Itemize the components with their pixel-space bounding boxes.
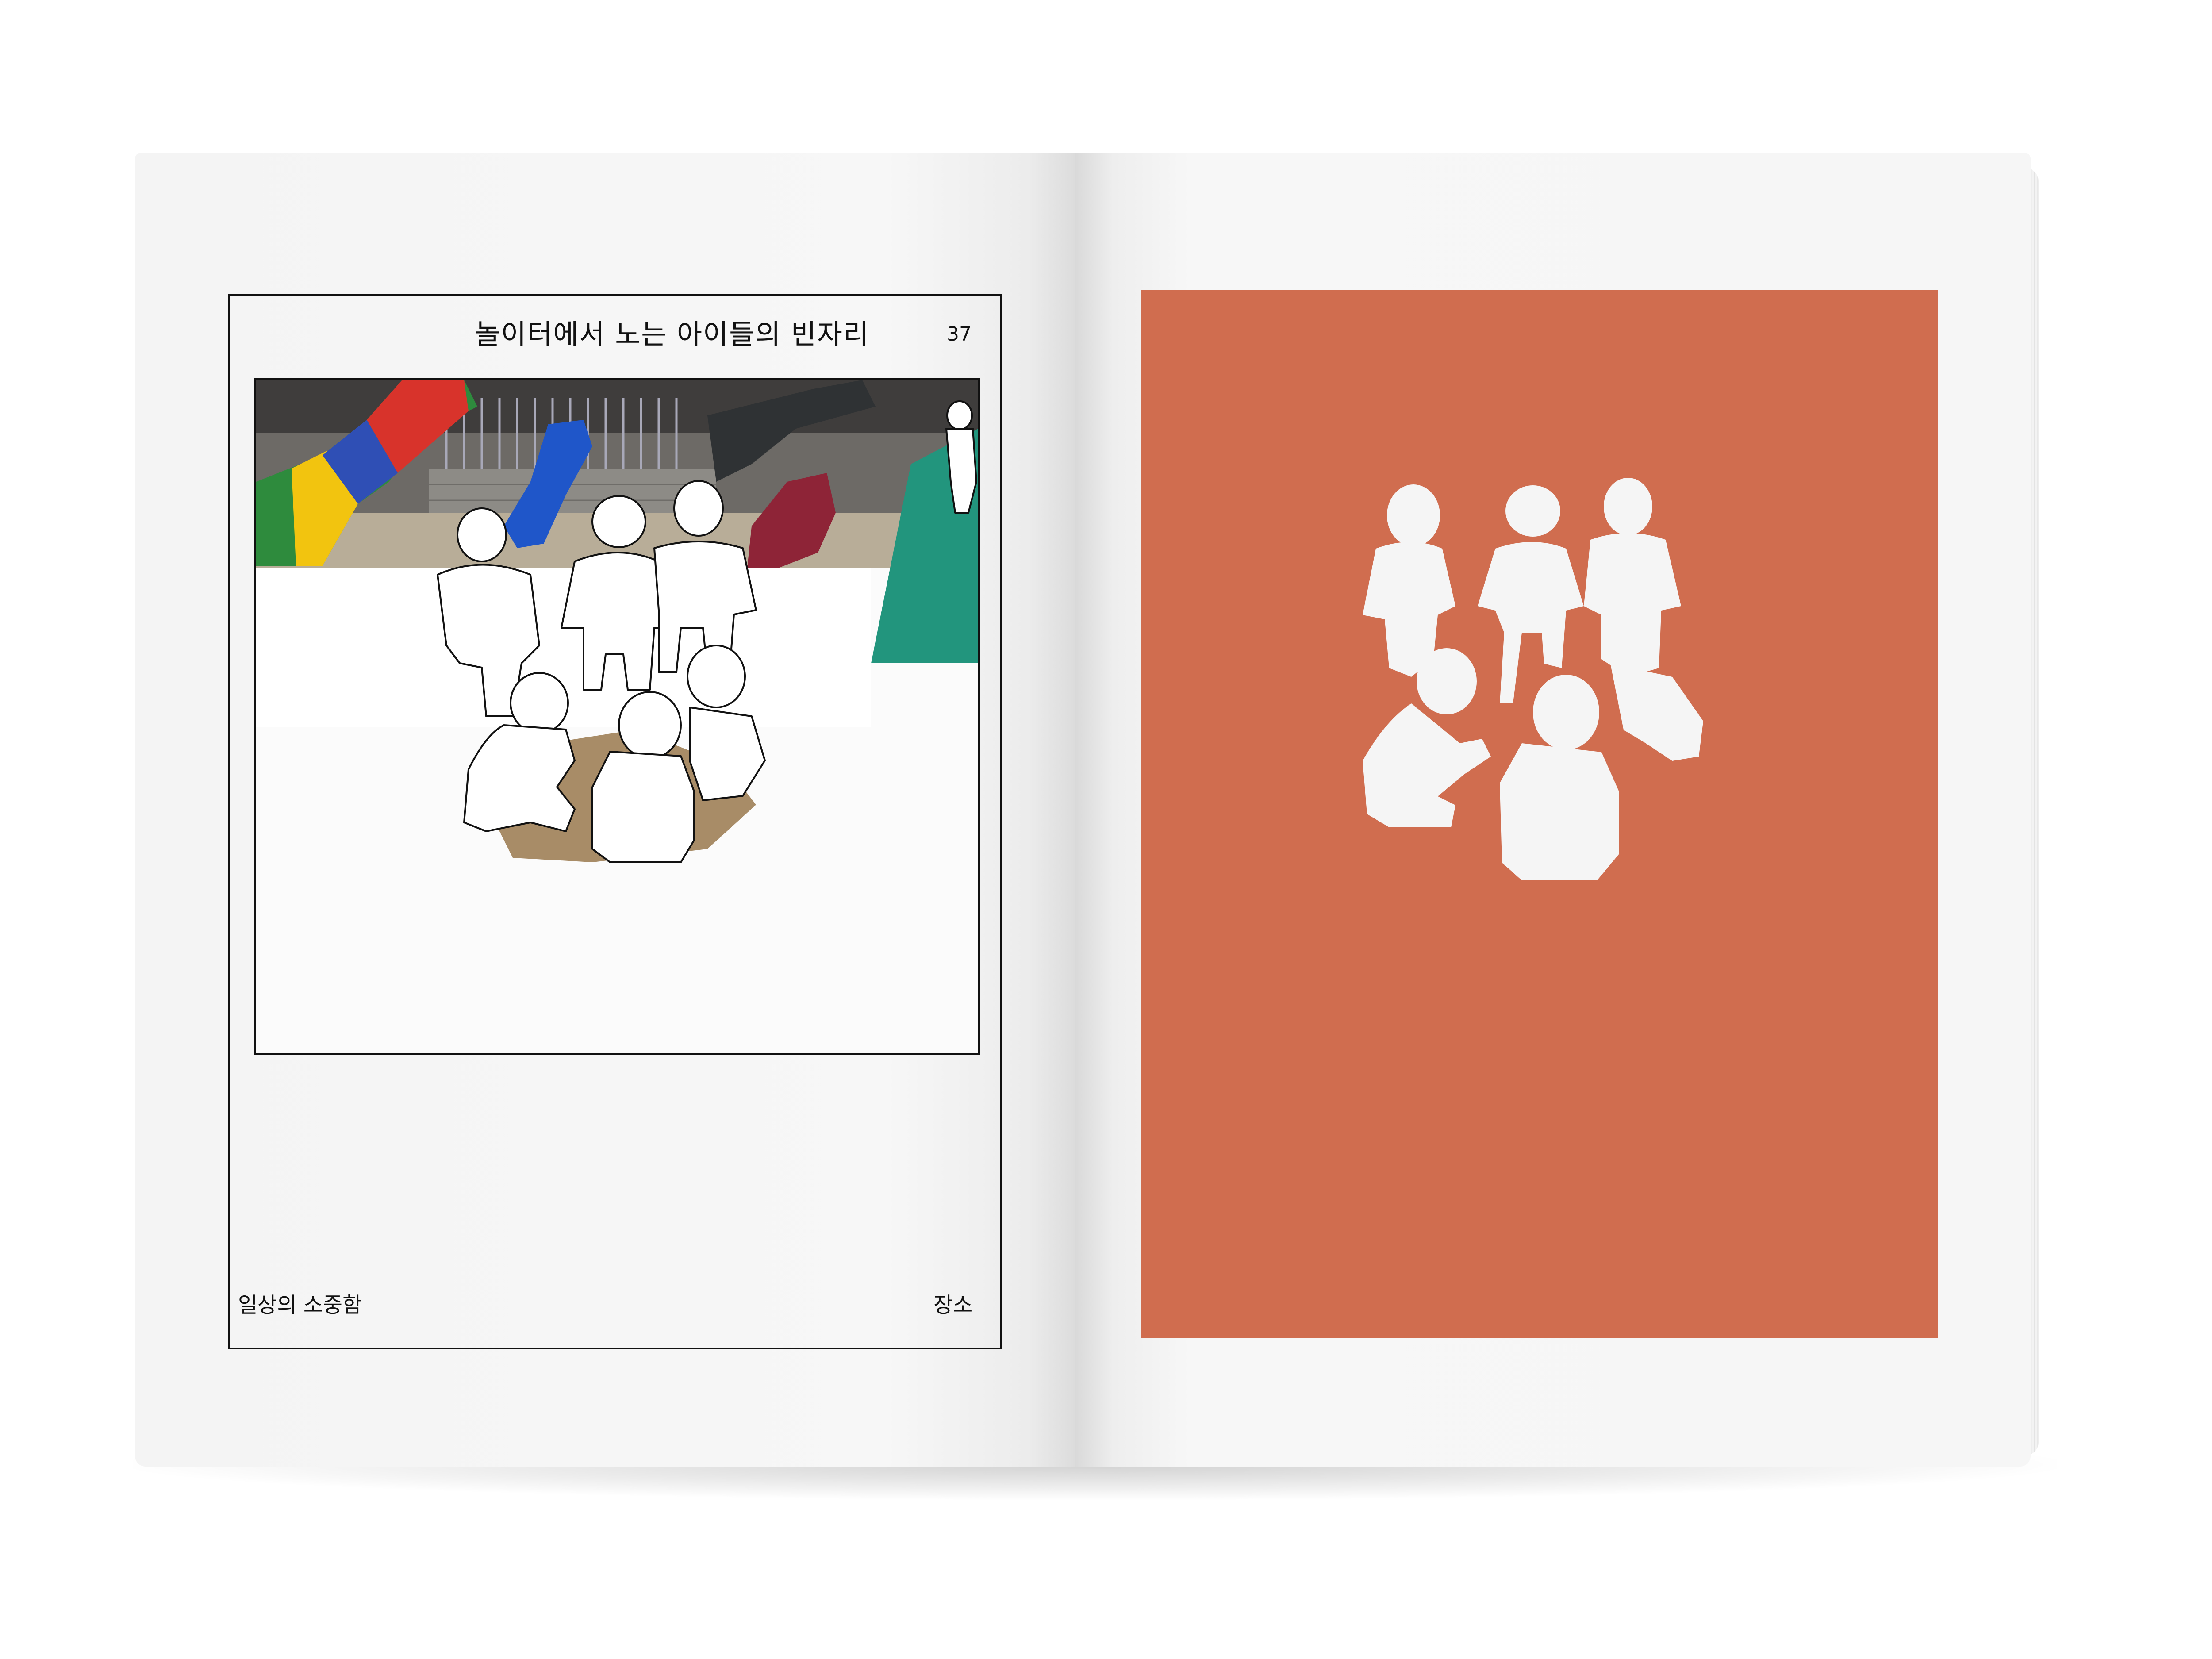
children-silhouette [1363,478,1703,880]
footer-chapter-label: 일상의 소중함 [238,1293,362,1317]
page-title: 놀이터에서 노는 아이들의 빈자리 [475,318,869,350]
page-number: 37 [947,323,972,346]
footer-section-label: 장소 [933,1293,973,1317]
playground-illustration [256,380,978,863]
